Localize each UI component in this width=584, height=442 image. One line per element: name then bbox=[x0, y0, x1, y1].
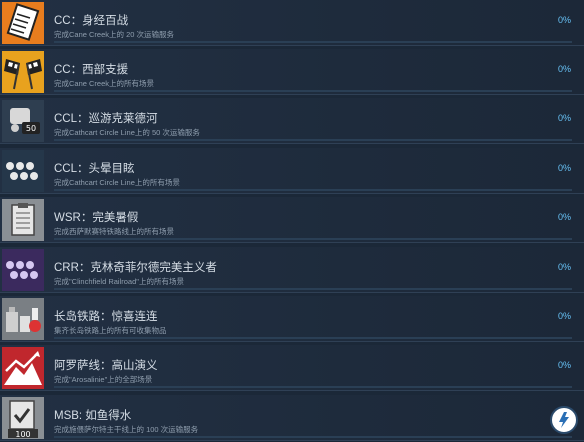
progress-bar bbox=[54, 238, 572, 240]
jiuyou-logo-icon bbox=[550, 406, 578, 434]
achievement-description: 完成西萨默赛特铁路线上的所有场景 bbox=[54, 227, 174, 236]
achievement-row[interactable]: CC：西部支援完成Cane Creek上的所有场景 0% bbox=[0, 49, 584, 95]
achievement-description: 完成Cane Creek上的 20 次运输服务 bbox=[54, 30, 175, 39]
achievement-row[interactable]: 长岛铁路：惊喜连连 集齐长岛铁路上的所有可收集物品 0% bbox=[0, 296, 584, 342]
achievement-percent: 0% bbox=[557, 212, 571, 222]
progress-bar bbox=[54, 139, 572, 141]
clipboard-icon bbox=[2, 199, 44, 241]
achievement-row[interactable]: CC：身经百战完成Cane Creek上的 20 次运输服务 0% bbox=[0, 0, 584, 46]
achievement-row[interactable]: CCL：头晕目眩完成Cathcart Circle Line上的所有场景 0% bbox=[0, 148, 584, 194]
railcar-50-icon: 50 bbox=[2, 100, 44, 142]
progress-bar bbox=[54, 337, 572, 339]
delivery-checklist-icon bbox=[2, 2, 44, 44]
rating-checkmarks-purple-icon bbox=[2, 249, 44, 291]
achievement-description: 完成Cathcart Circle Line上的所有场景 bbox=[54, 178, 180, 187]
progress-bar bbox=[54, 41, 572, 43]
achievement-description: 集齐长岛铁路上的所有可收集物品 bbox=[54, 326, 167, 335]
achievement-description: 完成施偎萨尔特主干线上的 100 次运输服务 bbox=[54, 425, 199, 434]
progress-bar bbox=[54, 189, 572, 191]
achievement-title: CCL：巡游克莱德河 bbox=[54, 113, 158, 125]
achievement-description: 完成"Arosalinie"上的全部场景 bbox=[54, 375, 153, 384]
achievement-row[interactable]: WSR：完美暑假完成西萨默赛特铁路线上的所有场景 0% bbox=[0, 197, 584, 243]
svg-text:50: 50 bbox=[26, 124, 36, 133]
achievement-percent: 0% bbox=[557, 163, 571, 173]
mountain-chart-icon bbox=[2, 347, 44, 389]
progress-bar bbox=[54, 90, 572, 92]
achievement-list: CC：身经百战 完成Cane Creek上的 20 次运输服务 0% CC：西部支援完… bbox=[0, 0, 584, 442]
achievement-title: MSB: 如鱼得水 bbox=[54, 410, 132, 422]
achievement-title: CC：西部支援 bbox=[54, 64, 129, 76]
collectibles-icon bbox=[2, 298, 44, 340]
achievement-description: 完成"Clinchfield Railroad"上的所有场景 bbox=[54, 277, 184, 286]
progress-bar bbox=[54, 386, 572, 388]
achievement-title: CC：身经百战 bbox=[54, 15, 129, 27]
achievement-percent: 0% bbox=[557, 15, 571, 25]
achievement-percent: 0% bbox=[557, 311, 571, 321]
progress-bar bbox=[54, 288, 572, 290]
achievement-title: CCL：头晕目眩 bbox=[54, 163, 135, 175]
checkered-flags-icon bbox=[2, 51, 44, 93]
progress-bar bbox=[54, 436, 572, 438]
achievement-percent: 0% bbox=[557, 360, 571, 370]
watermark bbox=[550, 404, 578, 436]
achievement-row[interactable]: 100MSB: 如鱼得水完成施偎萨尔特主干线上的 100 次运输服务0% bbox=[0, 395, 584, 441]
achievement-percent: 0% bbox=[557, 113, 571, 123]
achievement-title: WSR：完美暑假 bbox=[54, 212, 139, 224]
svg-text:100: 100 bbox=[15, 430, 30, 439]
achievement-row[interactable]: 50 CCL：巡游克莱德河完成Cathcart Circle Line上的 50 … bbox=[0, 98, 584, 144]
achievement-percent: 0% bbox=[557, 64, 571, 74]
rating-checkmarks-icon bbox=[2, 150, 44, 192]
clipboard-100-icon: 100 bbox=[2, 397, 44, 439]
achievement-percent: 0% bbox=[557, 262, 571, 272]
achievement-description: 完成Cathcart Circle Line上的 50 次运输服务 bbox=[54, 128, 200, 137]
achievement-title: CRR：克林奇菲尔德完美主义者 bbox=[54, 262, 217, 274]
achievement-title: 长岛铁路：惊喜连连 bbox=[54, 311, 158, 323]
achievement-title: 阿罗萨线：高山演义 bbox=[54, 360, 158, 372]
achievement-row[interactable]: 阿罗萨线：高山演义 完成"Arosalinie"上的全部场景 0% bbox=[0, 345, 584, 391]
achievement-description: 完成Cane Creek上的所有场景 bbox=[54, 79, 155, 88]
achievement-row[interactable]: CRR：克林奇菲尔德完美主义者 完成"Clinchfield Railroad"上… bbox=[0, 247, 584, 293]
